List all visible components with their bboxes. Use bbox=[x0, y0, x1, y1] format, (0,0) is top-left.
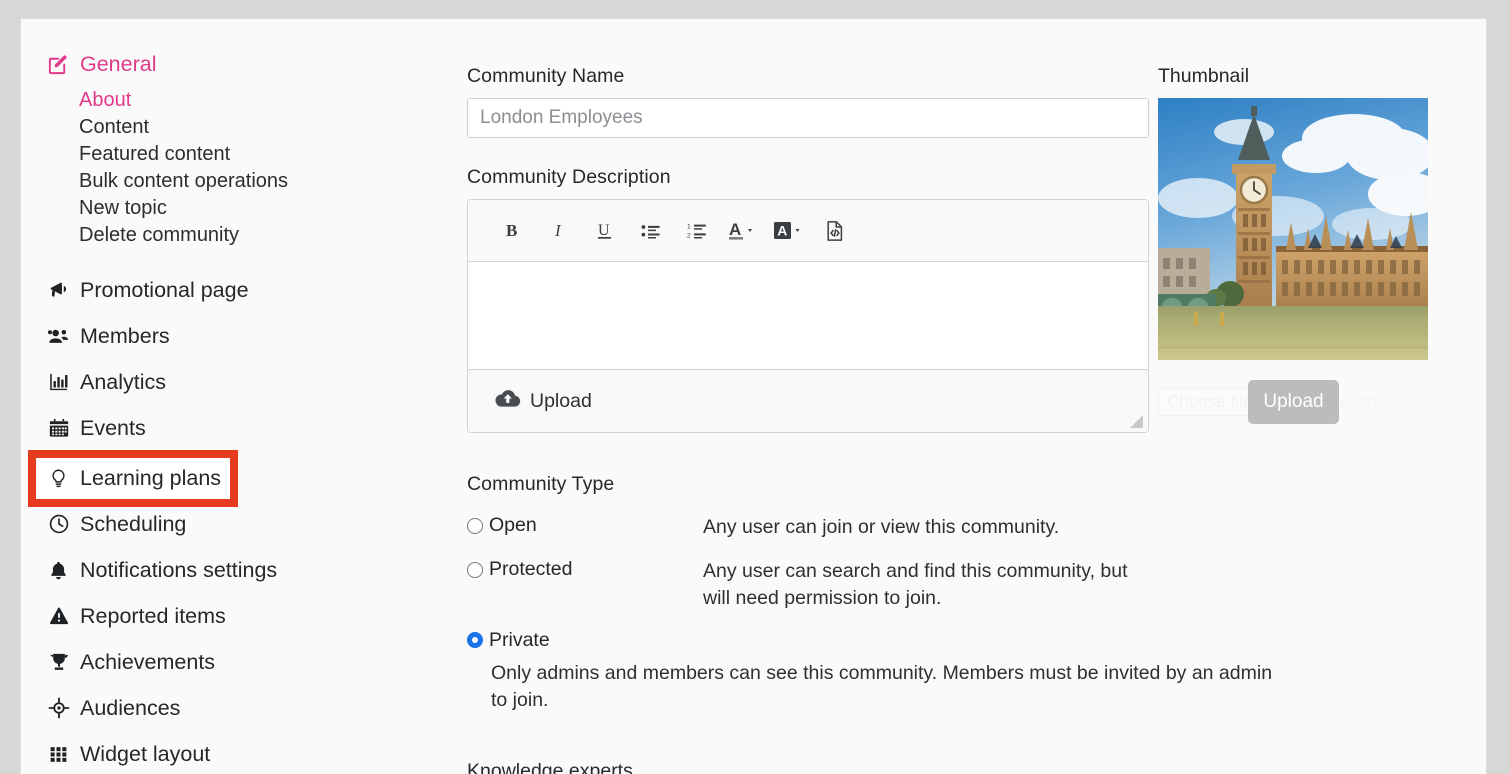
radio-protected-description: Any user can search and find this commun… bbox=[703, 558, 1149, 611]
sidebar-item-promotional-page-label: Promotional page bbox=[80, 278, 249, 303]
sidebar-item-general-label: General bbox=[80, 52, 157, 77]
radio-protected[interactable] bbox=[467, 562, 483, 578]
sidebar-item-audiences[interactable]: Audiences bbox=[21, 685, 441, 731]
sidebar-item-scheduling[interactable]: Scheduling bbox=[21, 501, 441, 547]
community-settings-form: Community Name Community Description B I… bbox=[467, 65, 1149, 774]
sidebar-subitem-bulk-content-operations[interactable]: Bulk content operations bbox=[21, 168, 441, 195]
radio-open-label[interactable]: Open bbox=[489, 514, 537, 537]
community-type-row-open: Open Any user can join or view this comm… bbox=[467, 514, 1149, 540]
radio-protected-label[interactable]: Protected bbox=[489, 558, 572, 581]
thumbnail-upload-button[interactable]: Upload bbox=[1248, 380, 1339, 424]
sidebar-item-events[interactable]: Events bbox=[21, 405, 441, 451]
text-color-icon[interactable]: A bbox=[720, 211, 766, 251]
community-name-input[interactable] bbox=[467, 98, 1149, 138]
editor-resize-handle[interactable] bbox=[1130, 415, 1143, 428]
italic-icon[interactable]: I bbox=[536, 211, 582, 251]
sidebar-item-members[interactable]: Members bbox=[21, 313, 441, 359]
choose-file-button[interactable]: Choose file bbox=[1158, 388, 1261, 416]
sidebar-item-learning-plans-label: Learning plans bbox=[80, 466, 221, 491]
grid-icon bbox=[47, 743, 70, 766]
sidebar-item-events-label: Events bbox=[80, 416, 146, 441]
community-type-section: Community Type Open Any user can join or… bbox=[467, 473, 1149, 714]
clock-icon bbox=[47, 513, 70, 536]
knowledge-experts-label: Knowledge experts bbox=[467, 760, 1149, 774]
source-code-icon[interactable] bbox=[812, 211, 858, 251]
radio-open-description: Any user can join or view this community… bbox=[703, 514, 1059, 540]
sidebar-item-achievements[interactable]: Achievements bbox=[21, 639, 441, 685]
radio-open[interactable] bbox=[467, 518, 483, 534]
sidebar-general-sublist: About Content Featured content Bulk cont… bbox=[21, 87, 441, 249]
bar-chart-icon bbox=[47, 371, 70, 394]
lightbulb-icon bbox=[47, 467, 70, 490]
community-type-row-protected: Protected Any user can search and find t… bbox=[467, 558, 1149, 611]
thumbnail-section: Thumbnail bbox=[1158, 65, 1438, 460]
sidebar-subitem-about[interactable]: About bbox=[21, 87, 441, 114]
sidebar-group-general: General About Content Featured content B… bbox=[21, 41, 441, 249]
svg-text:1: 1 bbox=[687, 223, 691, 230]
bulleted-list-icon[interactable] bbox=[628, 211, 674, 251]
sidebar-item-notifications-settings-label: Notifications settings bbox=[80, 558, 277, 583]
settings-page-panel: General About Content Featured content B… bbox=[20, 18, 1487, 774]
community-type-row-private: Private bbox=[467, 629, 1149, 652]
sidebar-item-reported-items[interactable]: Reported items bbox=[21, 593, 441, 639]
sidebar-subitem-content[interactable]: Content bbox=[21, 114, 441, 141]
cloud-upload-icon bbox=[494, 388, 521, 415]
radio-private-label[interactable]: Private bbox=[489, 629, 550, 652]
sidebar-item-scheduling-label: Scheduling bbox=[80, 512, 186, 537]
sidebar-item-reported-items-label: Reported items bbox=[80, 604, 226, 629]
sidebar-subitem-featured-content[interactable]: Featured content bbox=[21, 141, 441, 168]
svg-text:B: B bbox=[506, 221, 517, 240]
thumbnail-label: Thumbnail bbox=[1158, 65, 1438, 88]
community-description-label: Community Description bbox=[467, 166, 1149, 189]
underline-icon[interactable]: U bbox=[582, 211, 628, 251]
bell-icon bbox=[47, 559, 70, 582]
svg-text:A: A bbox=[777, 222, 787, 238]
numbered-list-icon[interactable]: 1 2 bbox=[674, 211, 720, 251]
private-help-text: Only admins and members can see this com… bbox=[491, 660, 1291, 714]
community-description-editor-body[interactable] bbox=[468, 262, 1148, 370]
editor-toolbar: B I U bbox=[468, 200, 1148, 262]
highlight-color-icon[interactable]: A bbox=[766, 211, 812, 251]
sidebar-item-notifications-settings[interactable]: Notifications settings bbox=[21, 547, 441, 593]
sidebar-item-audiences-label: Audiences bbox=[80, 696, 180, 721]
thumbnail-image bbox=[1158, 98, 1428, 360]
sidebar-item-learning-plans[interactable]: Learning plans bbox=[21, 455, 441, 501]
sidebar-subitem-delete-community[interactable]: Delete community bbox=[21, 222, 441, 249]
svg-text:I: I bbox=[554, 221, 562, 240]
editor-upload-button[interactable]: Upload bbox=[494, 388, 592, 415]
crosshair-icon bbox=[47, 697, 70, 720]
sidebar-item-analytics[interactable]: Analytics bbox=[21, 359, 441, 405]
trophy-icon bbox=[47, 651, 70, 674]
svg-text:2: 2 bbox=[687, 233, 691, 239]
sidebar-item-members-label: Members bbox=[80, 324, 170, 349]
users-icon bbox=[47, 325, 70, 348]
svg-text:A: A bbox=[729, 220, 741, 239]
radio-private[interactable] bbox=[467, 632, 483, 648]
thumbnail-upload-area: Choose file No file chosen Upload bbox=[1158, 380, 1438, 460]
edit-square-pen-icon bbox=[47, 53, 70, 76]
bullhorn-icon bbox=[47, 279, 70, 302]
sidebar-item-promotional-page[interactable]: Promotional page bbox=[21, 267, 441, 313]
community-type-label: Community Type bbox=[467, 473, 1149, 496]
sidebar-item-achievements-label: Achievements bbox=[80, 650, 215, 675]
settings-sidebar: General About Content Featured content B… bbox=[21, 19, 441, 774]
editor-upload-label: Upload bbox=[530, 390, 592, 413]
rich-text-editor: B I U bbox=[467, 199, 1149, 433]
svg-text:U: U bbox=[598, 222, 610, 239]
sidebar-item-learning-plans-container: Learning plans bbox=[21, 455, 441, 501]
community-name-label: Community Name bbox=[467, 65, 1149, 88]
sidebar-item-widget-layout[interactable]: Widget layout bbox=[21, 731, 441, 774]
editor-footer: Upload bbox=[468, 370, 1148, 432]
sidebar-item-analytics-label: Analytics bbox=[80, 370, 166, 395]
sidebar-item-general[interactable]: General bbox=[21, 41, 441, 87]
bold-icon[interactable]: B bbox=[490, 211, 536, 251]
calendar-icon bbox=[47, 417, 70, 440]
warning-triangle-icon bbox=[47, 605, 70, 628]
sidebar-subitem-new-topic[interactable]: New topic bbox=[21, 195, 441, 222]
sidebar-item-widget-layout-label: Widget layout bbox=[80, 742, 210, 767]
